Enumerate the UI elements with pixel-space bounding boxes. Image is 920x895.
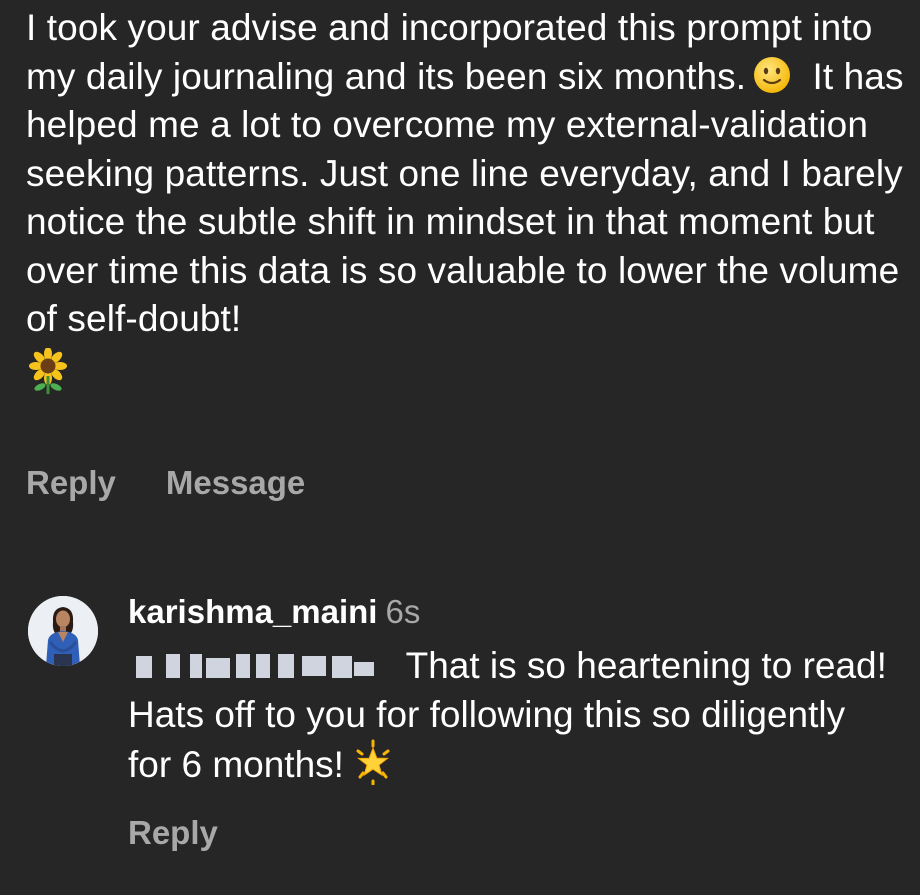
reply-text: That is so heartening to read! Hats off … bbox=[128, 642, 898, 790]
sunflower-icon bbox=[29, 347, 67, 394]
redacted-mention bbox=[128, 652, 388, 682]
reply-actions: Reply bbox=[128, 814, 218, 852]
avatar[interactable] bbox=[28, 596, 98, 666]
comment-text-part1: I took your advise and incorporated this… bbox=[26, 7, 873, 97]
smiley-icon bbox=[754, 56, 791, 93]
message-button[interactable]: Message bbox=[166, 464, 305, 502]
username-link[interactable]: karishma_maini bbox=[128, 593, 377, 630]
reply-body: karishma_maini 6s That is so heartening t… bbox=[128, 592, 898, 790]
reply-to-reply-button[interactable]: Reply bbox=[128, 814, 218, 851]
comment-text-part2: It has helped me a lot to overcome my ex… bbox=[26, 55, 904, 340]
comment: I took your advise and incorporated this… bbox=[26, 4, 906, 396]
comment-text: I took your advise and incorporated this… bbox=[26, 4, 906, 344]
timestamp: 6s bbox=[385, 593, 421, 630]
reply-header: karishma_maini 6s bbox=[128, 592, 898, 632]
comment-actions: Reply Message bbox=[26, 464, 305, 502]
avatar-image bbox=[28, 596, 98, 666]
reply-button[interactable]: Reply bbox=[26, 464, 116, 502]
glowing-star-icon bbox=[356, 739, 390, 785]
